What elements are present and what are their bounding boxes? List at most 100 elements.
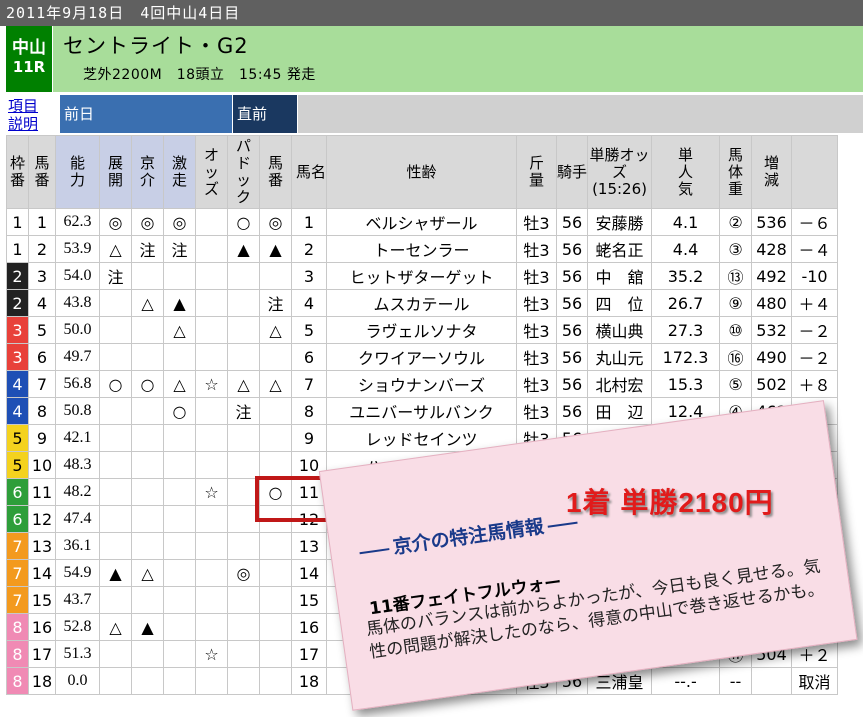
table-row[interactable]: 4 7 56.8 ○ ○ △ ☆ △ △ 7 ショウナンバーズ 牡3 56 北村宏 15.3 ⑤ 502 ＋８ [6,370,839,398]
paddock-mark [259,613,292,641]
ability-cell: 51.3 [55,640,100,668]
sex-age-cell: 牡3 [516,397,558,425]
ability-cell: 62.3 [55,208,100,236]
waku-cell: 5 [6,424,29,452]
umaban-cell: 17 [28,640,56,668]
legend-link[interactable]: 項目 説明 [8,97,38,133]
gekiso-mark [163,586,196,614]
race-info: 芝外2200M 18頭立 15:45 発走 [83,67,316,83]
weight-cell: 56 [556,316,589,344]
horse-name: ヒットザターゲット [326,262,518,290]
legend-line2[interactable]: 説明 [8,115,38,133]
umaban-cell: 6 [28,343,56,371]
gekiso-mark [163,613,196,641]
paddock-mark [259,343,292,371]
table-row[interactable]: 2 4 43.8 △ ▲ 注 4 ムスカテール 牡3 56 四 位 26.7 ⑨ 480 ＋４ [6,289,839,317]
table-row[interactable]: 3 6 49.7 6 クワイアーソウル 牡3 56 丸山元 172.3 ⑯ 490 －２ [6,343,839,371]
race-course: 中山 [12,38,46,58]
tenkai-mark [99,316,132,344]
table-row[interactable]: 1 1 62.3 ◎ ◎ ◎ ○ ◎ 1 ベルシャザール 牡3 56 安藤勝 4.1 ② 536 －６ [6,208,839,236]
ability-cell: 49.7 [55,343,100,371]
ability-cell: 43.7 [55,586,100,614]
body-weight-cell [751,667,793,695]
jockey-cell: 蛯名正 [587,235,653,263]
header-row: 枠番 馬番 能力 展開 京介 激走 オッズ パドック 馬番 馬名 性齢 斤量 騎… [6,135,839,209]
waku-cell: 2 [6,289,29,317]
weight-cell: 56 [556,262,589,290]
win-odds-cell: 27.3 [651,316,721,344]
kyosuke-mark [131,262,164,290]
sex-age-cell: 牡3 [516,343,558,371]
sex-age-cell: 牡3 [516,316,558,344]
jockey-cell: 田 辺 [587,397,653,425]
umaban2-cell: 17 [290,640,328,668]
body-weight-cell: 502 [751,370,793,398]
paddock-mark [259,532,292,560]
table-row[interactable]: 1 2 53.9 △ 注注 ▲ ▲ 2 トーセンラー 牡3 56 蛯名正 4.4 ③ 428 －４ [6,235,839,263]
kyosuke-mark [131,586,164,614]
odds-mark [227,424,260,452]
popularity-cell: ⑯ [719,343,753,371]
umaban-cell: 13 [28,532,56,560]
table-row[interactable]: 2 3 54.0 注 3 ヒットザターゲット 牡3 56 中 舘 35.2 ⑬ 492 -10 [6,262,839,290]
paddock-mark [259,397,292,425]
odds-mark [227,532,260,560]
paddock-mark [259,586,292,614]
col-name: 馬名 [290,135,328,209]
change-cell: －２ [791,316,839,344]
umaban2-cell: 13 [290,532,328,560]
ability-cell: 50.8 [55,397,100,425]
ability-cell: 48.3 [55,451,100,479]
col-popularity: 単人気 [651,135,721,209]
body-weight-cell: 532 [751,316,793,344]
kyosuke-mark [131,505,164,533]
horse-name: トーセンラー [326,235,518,263]
gekiso-mark [163,343,196,371]
umaban2-cell: 1 [290,208,328,236]
umaban-cell: 14 [28,559,56,587]
race-header: セントライト・G2 芝外2200M 18頭立 15:45 発走 [53,26,863,92]
kyosuke-mark: △ [131,559,164,587]
gekiso-mark: △ [163,370,196,398]
umaban-cell: 3 [28,262,56,290]
gekiso-mark [163,478,196,506]
win-odds-cell: 172.3 [651,343,721,371]
odds-mark [227,586,260,614]
weight-cell: 56 [556,397,589,425]
umaban2-cell: 6 [290,343,328,371]
race-title: セントライト・G2 [63,34,249,58]
paddock-mark [259,424,292,452]
umaban-cell: 4 [28,289,56,317]
weight-cell: 56 [556,343,589,371]
ability-cell: 54.0 [55,262,100,290]
ability-cell: 42.1 [55,424,100,452]
table-row[interactable]: 3 5 50.0 △ △ 5 ラヴェルソナタ 牡3 56 横山典 27.3 ⑩ 532 －２ [6,316,839,344]
col-waku: 枠番 [6,135,29,209]
umaban2-cell: 3 [290,262,328,290]
blank-cell: ☆ [195,640,228,668]
paddock-mark: ◎ [259,208,292,236]
race-number: 11R [12,58,46,76]
jockey-cell: 安藤勝 [587,208,653,236]
waku-cell: 7 [6,559,29,587]
weight-cell: 56 [556,370,589,398]
umaban-cell: 16 [28,613,56,641]
umaban2-cell: 9 [290,424,328,452]
col-gekiso: 激走 [163,135,196,209]
col-weight: 斤量 [516,135,558,209]
gekiso-mark [163,559,196,587]
col-kyosuke: 京介 [131,135,164,209]
col-change: 増減 [751,135,793,209]
col-paddock: パドック [227,135,260,209]
col-ability: 能力 [55,135,100,209]
jockey-cell: 四 位 [587,289,653,317]
umaban-cell: 11 [28,478,56,506]
legend-line1[interactable]: 項目 [8,97,38,115]
body-weight-cell: 428 [751,235,793,263]
change-cell: ＋４ [791,289,839,317]
change-cell: ＋８ [791,370,839,398]
gekiso-mark [163,262,196,290]
horse-name: クワイアーソウル [326,343,518,371]
gekiso-mark: ◎ [163,208,196,236]
col-body-weight: 馬体重 [719,135,753,209]
